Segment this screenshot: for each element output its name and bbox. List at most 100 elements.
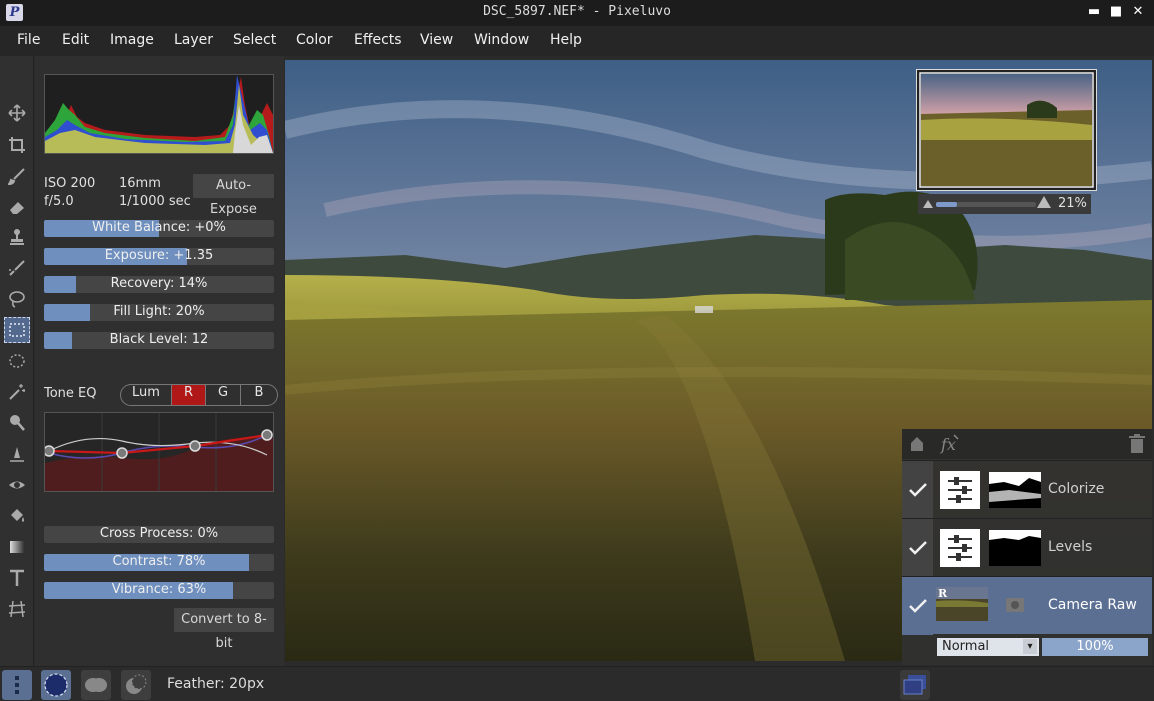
layer-mask-icon[interactable]: [1005, 597, 1025, 613]
layer-visibility-checkbox[interactable]: [902, 577, 933, 635]
tone-eq-label: Tone EQ: [44, 386, 97, 401]
channel-b-tab[interactable]: B: [241, 385, 277, 405]
layer-visibility-checkbox[interactable]: [902, 519, 933, 577]
layer-name: Camera Raw: [1048, 597, 1137, 613]
red-eye-icon[interactable]: [4, 472, 30, 498]
slider-label: White Balance: +0%: [92, 220, 226, 235]
text-icon[interactable]: [4, 565, 30, 591]
lasso-icon[interactable]: [4, 286, 30, 312]
slider-label: Vibrance: 63%: [111, 582, 207, 597]
menu-image[interactable]: Image: [110, 32, 154, 48]
effects-fx-icon[interactable]: fx: [938, 433, 960, 455]
checkmark-icon: [908, 541, 927, 555]
blend-mode-select[interactable]: Normal ▾: [937, 638, 1039, 656]
eraser-icon[interactable]: [4, 194, 30, 220]
sharpen-icon[interactable]: [4, 441, 30, 467]
adjustment-sliders-icon: [940, 471, 980, 509]
tone-eq-curve[interactable]: [43, 412, 274, 492]
channel-lum-tab[interactable]: Lum: [121, 385, 172, 405]
adjustment-sliders-icon: [940, 529, 980, 567]
crop-icon[interactable]: [4, 132, 30, 158]
convert-8bit-button[interactable]: Convert to 8-bit: [174, 608, 274, 651]
layer-row-levels[interactable]: Levels: [902, 518, 1152, 577]
navigator-preview[interactable]: [916, 69, 1097, 191]
fill-icon[interactable]: [4, 503, 30, 529]
menu-layer[interactable]: Layer: [174, 32, 213, 48]
menu-color[interactable]: Color: [296, 32, 333, 48]
slider-label: Exposure: +1.35: [104, 248, 214, 263]
feather-value: Feather: 20px: [167, 676, 265, 692]
maximize-icon[interactable]: ■: [1107, 3, 1125, 21]
clone-stamp-icon[interactable]: [4, 224, 30, 250]
perspective-icon[interactable]: [4, 596, 30, 622]
zoom-out-icon[interactable]: [923, 200, 933, 208]
zoom-slider[interactable]: [936, 202, 1036, 207]
checkmark-icon: [908, 483, 927, 497]
layer-mask-thumbnail: [989, 530, 1041, 566]
add-selection-icon[interactable]: [81, 670, 111, 700]
contrast-slider[interactable]: Contrast: 78%: [44, 554, 274, 571]
dodge-icon[interactable]: [4, 410, 30, 436]
shutter-speed-value: 1/1000 sec: [119, 194, 191, 209]
menu-select[interactable]: Select: [233, 32, 276, 48]
channel-r-tab[interactable]: R: [172, 385, 206, 405]
window-title: DSC_5897.NEF* - Pixeluvo: [483, 4, 671, 19]
zoom-slider-fill: [936, 202, 957, 207]
gradient-icon[interactable]: [4, 534, 30, 560]
menu-edit[interactable]: Edit: [62, 32, 89, 48]
layer-visibility-checkbox[interactable]: [902, 461, 933, 519]
delete-layer-icon[interactable]: [1128, 434, 1146, 454]
recovery-slider[interactable]: Recovery: 14%: [44, 276, 274, 293]
new-selection-icon[interactable]: [41, 670, 71, 700]
auto-expose-button[interactable]: Auto-Expose: [193, 174, 274, 217]
subtract-selection-icon[interactable]: [121, 670, 151, 700]
magic-wand-icon[interactable]: [4, 379, 30, 405]
checkmark-icon: [908, 599, 927, 613]
slider-label: Black Level: 12: [109, 332, 209, 347]
menu-window[interactable]: Window: [474, 32, 529, 48]
smudge-icon[interactable]: [4, 255, 30, 281]
menu-file[interactable]: File: [17, 32, 40, 48]
layer-mask-thumbnail: [989, 472, 1041, 508]
slider-label: Fill Light: 20%: [113, 304, 205, 319]
histogram: [44, 74, 274, 154]
zoom-control: 21%: [918, 194, 1091, 214]
ellipse-select-icon[interactable]: [4, 348, 30, 374]
tool-bar: [0, 56, 34, 666]
menu-view[interactable]: View: [420, 32, 453, 48]
zoom-in-icon[interactable]: [1037, 196, 1051, 208]
layer-thumbnail: R: [936, 587, 988, 621]
channel-g-tab[interactable]: G: [206, 385, 241, 405]
layers-panel: fx Colorize Levels R Camera Raw Normal ▾…: [902, 429, 1152, 665]
focal-length-value: 16mm: [119, 176, 161, 191]
menu-bar: File Edit Image Layer Select Color Effec…: [0, 26, 1154, 56]
layer-name: Levels: [1048, 539, 1093, 555]
exposure-slider[interactable]: Exposure: +1.35: [44, 248, 274, 265]
white-balance-slider[interactable]: White Balance: +0%: [44, 220, 274, 237]
brush-icon[interactable]: [4, 163, 30, 189]
menu-effects[interactable]: Effects: [354, 32, 402, 48]
layer-row-colorize[interactable]: Colorize: [902, 460, 1152, 519]
fill-light-slider[interactable]: Fill Light: 20%: [44, 304, 274, 321]
aperture-value: f/5.0: [44, 194, 74, 209]
zoom-level: 21%: [1058, 196, 1087, 211]
rect-select-icon[interactable]: [4, 317, 30, 343]
minimize-icon[interactable]: ▬: [1085, 3, 1103, 21]
blend-mode-value: Normal: [942, 639, 990, 654]
tone-eq-channel-selector: Lum R G B: [120, 384, 278, 406]
move-icon[interactable]: [4, 100, 30, 126]
layers-panel-toggle-icon[interactable]: [900, 670, 930, 700]
selection-mode-menu-icon[interactable]: [2, 670, 32, 700]
new-layer-icon[interactable]: [908, 435, 926, 453]
menu-help[interactable]: Help: [550, 32, 582, 48]
close-icon[interactable]: ✕: [1129, 3, 1147, 21]
vibrance-slider[interactable]: Vibrance: 63%: [44, 582, 274, 599]
layer-name: Colorize: [1048, 481, 1105, 497]
layer-opacity-field[interactable]: 100%: [1042, 638, 1148, 656]
layer-row-camera-raw[interactable]: R Camera Raw: [902, 576, 1152, 635]
black-level-slider[interactable]: Black Level: 12: [44, 332, 274, 349]
layers-toolbar: fx: [902, 429, 1152, 459]
cross-process-slider[interactable]: Cross Process: 0%: [44, 526, 274, 543]
raw-badge: R: [938, 587, 948, 600]
slider-label: Contrast: 78%: [112, 554, 206, 569]
